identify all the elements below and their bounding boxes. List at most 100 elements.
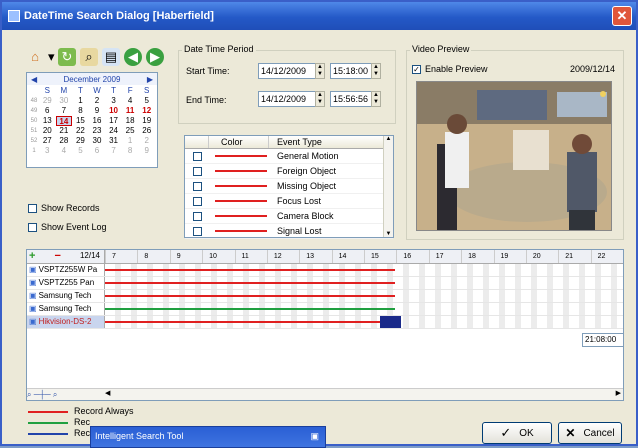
refresh-icon[interactable]: ↻: [58, 48, 76, 66]
calendar-day[interactable]: 20: [39, 126, 56, 136]
calendar-day[interactable]: 13: [39, 116, 56, 126]
ok-button[interactable]: ✓ OK: [482, 422, 552, 444]
enable-preview-checkbox[interactable]: ✓: [412, 65, 421, 75]
zoom-slider-icon[interactable]: ⌕ ─┼─ ⌕: [27, 390, 57, 399]
camera-row[interactable]: ▣ VSPTZ255W Pa: [27, 264, 623, 277]
calendar-day[interactable]: 9: [138, 146, 155, 156]
calendar-day[interactable]: 2: [89, 96, 106, 106]
calendar-day[interactable]: 14: [55, 116, 73, 126]
calendar-day[interactable]: 10: [105, 106, 122, 116]
event-type-row[interactable]: Missing Object: [185, 179, 393, 194]
calendar-day[interactable]: 19: [138, 116, 155, 126]
start-time-field[interactable]: 15:18:00: [330, 63, 372, 79]
calendar-day[interactable]: 8: [122, 146, 139, 156]
previous-icon[interactable]: ◀: [124, 48, 142, 66]
calendar-day[interactable]: 18: [122, 116, 139, 126]
event-color-cell: [209, 170, 269, 172]
show-event-log-option[interactable]: Show Event Log: [28, 222, 107, 233]
calendar-day[interactable]: 31: [105, 136, 122, 146]
event-type-row[interactable]: Camera Block: [185, 209, 393, 224]
home-icon[interactable]: ⌂: [26, 48, 44, 66]
calendar-day[interactable]: 27: [39, 136, 56, 146]
calendar-day[interactable]: 7: [105, 146, 122, 156]
event-checkbox[interactable]: [192, 167, 202, 177]
calendar-day[interactable]: 3: [105, 96, 122, 106]
calendar-day[interactable]: 26: [138, 126, 155, 136]
event-checkbox[interactable]: [192, 227, 202, 237]
calendar-day[interactable]: 9: [89, 106, 106, 116]
calendar-day[interactable]: 30: [89, 136, 106, 146]
calendar-day[interactable]: 5: [138, 96, 155, 106]
camera-track[interactable]: [105, 316, 623, 328]
event-type-row[interactable]: General Motion: [185, 149, 393, 164]
camera-row[interactable]: ▣ VSPTZ255 Pan: [27, 277, 623, 290]
search-range-marker[interactable]: [379, 316, 401, 328]
next-icon[interactable]: ▶: [146, 48, 164, 66]
end-date-field[interactable]: 14/12/2009: [258, 91, 316, 107]
show-records-checkbox[interactable]: [28, 204, 37, 214]
calendar-day[interactable]: 15: [72, 116, 89, 126]
calendar-day[interactable]: 4: [56, 146, 73, 156]
calendar-day[interactable]: 1: [122, 136, 139, 146]
enable-preview-option[interactable]: ✓ Enable Preview: [412, 64, 488, 75]
calendar-day[interactable]: 25: [122, 126, 139, 136]
calendar-day[interactable]: 22: [72, 126, 89, 136]
calendar-day[interactable]: 5: [72, 146, 89, 156]
calendar-day[interactable]: 3: [39, 146, 56, 156]
calendar-day[interactable]: 30: [56, 96, 73, 106]
camera-track[interactable]: [105, 277, 623, 289]
calendar-day[interactable]: 6: [89, 146, 106, 156]
search-icon[interactable]: ⌕: [80, 48, 98, 66]
event-type-row[interactable]: Foreign Object: [185, 164, 393, 179]
end-date-spinner[interactable]: ▲ ▼: [315, 91, 325, 107]
calendar-day[interactable]: 21: [56, 126, 73, 136]
intelligent-search-popup[interactable]: Intelligent Search Tool ▣: [90, 426, 326, 448]
calendar-day[interactable]: 17: [105, 116, 122, 126]
cancel-button[interactable]: ✕ Cancel: [558, 422, 622, 444]
start-time-spinner[interactable]: ▲ ▼: [371, 63, 381, 79]
camera-row[interactable]: ▣ Samsung Tech: [27, 303, 623, 316]
start-date-field[interactable]: 14/12/2009: [258, 63, 316, 79]
close-button[interactable]: ✕: [612, 6, 632, 26]
camera-track[interactable]: [105, 290, 623, 302]
calendar-day[interactable]: 1: [72, 96, 89, 106]
start-date-spinner[interactable]: ▲ ▼: [315, 63, 325, 79]
end-time-field[interactable]: 15:56:56: [330, 91, 372, 107]
calendar-day[interactable]: 16: [89, 116, 106, 126]
popup-menu-icon[interactable]: ▣: [310, 429, 319, 443]
export-icon[interactable]: ▤: [102, 48, 120, 66]
event-checkbox[interactable]: [192, 152, 202, 162]
timeline-hscrollbar[interactable]: ⌕ ─┼─ ⌕ ◀ ▶: [27, 388, 623, 400]
camera-row[interactable]: ▣ Samsung Tech: [27, 290, 623, 303]
camera-track[interactable]: [105, 264, 623, 276]
camera-track[interactable]: [105, 303, 623, 315]
event-table-scrollbar[interactable]: ▲ ▼: [383, 136, 393, 237]
prev-month-icon[interactable]: ◀: [31, 75, 37, 84]
calendar[interactable]: ◀ December 2009 ▶ S M T W T F S 48 29 30 1 2 3 4 5 49 6 7…: [26, 72, 158, 168]
show-records-option[interactable]: Show Records: [28, 203, 100, 214]
calendar-day[interactable]: 29: [72, 136, 89, 146]
event-checkbox[interactable]: [192, 197, 202, 207]
calendar-day[interactable]: 8: [72, 106, 89, 116]
calendar-day[interactable]: 6: [39, 106, 56, 116]
calendar-day[interactable]: 23: [89, 126, 106, 136]
zoom-in-icon[interactable]: +: [29, 250, 35, 263]
next-month-icon[interactable]: ▶: [147, 75, 153, 84]
show-event-log-checkbox[interactable]: [28, 223, 37, 233]
dropdown-icon[interactable]: ▾: [48, 48, 55, 66]
zoom-out-icon[interactable]: −: [54, 250, 60, 263]
event-type-row[interactable]: Focus Lost: [185, 194, 393, 209]
calendar-day[interactable]: 12: [138, 106, 155, 116]
calendar-day[interactable]: 2: [138, 136, 155, 146]
calendar-day[interactable]: 11: [122, 106, 139, 116]
calendar-day[interactable]: 7: [56, 106, 73, 116]
end-time-spinner[interactable]: ▲ ▼: [371, 91, 381, 107]
calendar-day[interactable]: 24: [105, 126, 122, 136]
camera-row[interactable]: ▣ Hikvision-DS-2: [27, 316, 623, 329]
calendar-day[interactable]: 28: [56, 136, 73, 146]
event-checkbox[interactable]: [192, 182, 202, 192]
event-checkbox[interactable]: [192, 212, 202, 222]
calendar-day[interactable]: 4: [122, 96, 139, 106]
calendar-day[interactable]: 29: [39, 96, 56, 106]
event-type-row[interactable]: Signal Lost: [185, 224, 393, 239]
